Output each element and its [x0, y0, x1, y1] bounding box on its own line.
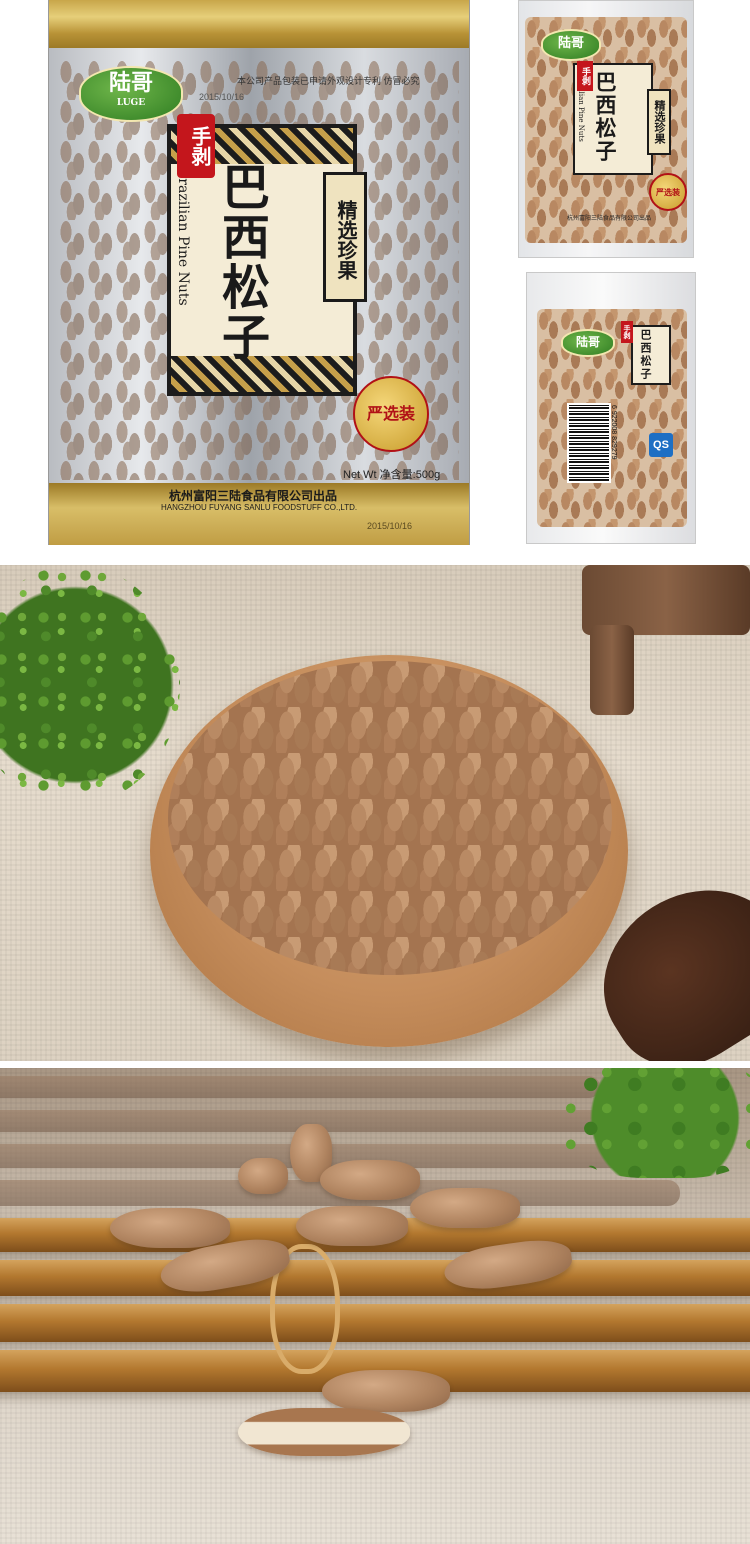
potted-plant: [0, 565, 180, 805]
select-nuts-label: 精选珍果: [323, 172, 367, 302]
pine-nut: [110, 1208, 230, 1248]
pine-nut: [410, 1188, 520, 1228]
product-name-cn: 巴西松子: [213, 162, 269, 362]
barcode-number: 6 922008 829279: [610, 405, 617, 460]
small-package-back: 陆哥 巴西松子 手剥 6 922008 829279 QS: [526, 272, 696, 544]
pine-nut: [322, 1370, 450, 1412]
wooden-stand-leg: [590, 625, 634, 715]
product-photo-bowl: [0, 565, 750, 1061]
small-package-front: 陆哥 Brazilian Pine Nuts 巴西松子 手剥 精选珍果 严选装 …: [518, 0, 694, 258]
product-name-en: Brazilian Pine Nuts: [175, 168, 191, 306]
net-weight: Net Wt 净含量:500g: [343, 469, 441, 481]
brand-name-cn: 陆哥: [108, 70, 153, 96]
hand-peeled-badge: 手剥: [577, 61, 593, 91]
product-name-cn: 巴西松子: [639, 329, 652, 381]
date-stamp-top: 2015/10/16: [199, 92, 245, 102]
gold-top-strip: [49, 0, 469, 48]
manufacturer-cn: 杭州富阳三陆食品有限公司出品: [567, 216, 652, 222]
hand-peeled-badge: 手剥: [177, 114, 215, 178]
qs-certification-mark: QS: [649, 433, 673, 457]
brand-name-en: LUGE: [116, 98, 146, 108]
product-name-cn: 巴西松子: [593, 71, 618, 163]
pine-nut: [320, 1160, 420, 1200]
date-stamp-bottom: 2015/10/16: [367, 521, 413, 531]
barcode: [567, 403, 611, 483]
pine-nut-opened: [238, 1408, 410, 1456]
gold-bottom-strip: 杭州富阳三陆食品有限公司出品 HANGZHOU FUYANG SANLU FOO…: [49, 483, 469, 545]
brand-logo: 陆哥: [561, 329, 615, 357]
pine-nut: [296, 1206, 408, 1246]
bamboo-stick: [0, 1304, 750, 1342]
brand-name-cn: 陆哥: [557, 36, 584, 51]
main-package: 陆哥 LUGE 本公司产品包装已申请外观设计专利 仿冒必究 2015/10/16…: [48, 0, 470, 545]
manufacturer-en: HANGZHOU FUYANG SANLU FOODSTUFF CO.,LTD.: [161, 503, 358, 512]
quality-seal: 严选装: [649, 173, 687, 211]
bamboo-stick: [0, 1076, 600, 1098]
product-photo-bamboo: [0, 1068, 750, 1544]
manufacturer-cn: 杭州富阳三陆食品有限公司出品: [169, 489, 338, 503]
hand-peeled-badge: 手剥: [621, 321, 633, 343]
brand-name-cn: 陆哥: [575, 335, 600, 349]
green-leaves: [560, 1068, 750, 1178]
brand-logo: 陆哥: [541, 29, 601, 61]
quality-seal: 严选装: [353, 376, 429, 452]
label-panel: 巴西松子: [631, 325, 671, 385]
brand-logo: 陆哥 LUGE: [79, 66, 183, 122]
patent-notice: 本公司产品包装已申请外观设计专利 仿冒必究: [237, 76, 420, 86]
bamboo-stick: [0, 1260, 750, 1296]
packaging-section: 陆哥 LUGE 本公司产品包装已申请外观设计专利 仿冒必究 2015/10/16…: [0, 0, 750, 556]
pine-nuts-in-bowl: [168, 661, 612, 975]
select-nuts-label: 精选珍果: [647, 89, 671, 155]
pine-nut: [238, 1158, 288, 1194]
